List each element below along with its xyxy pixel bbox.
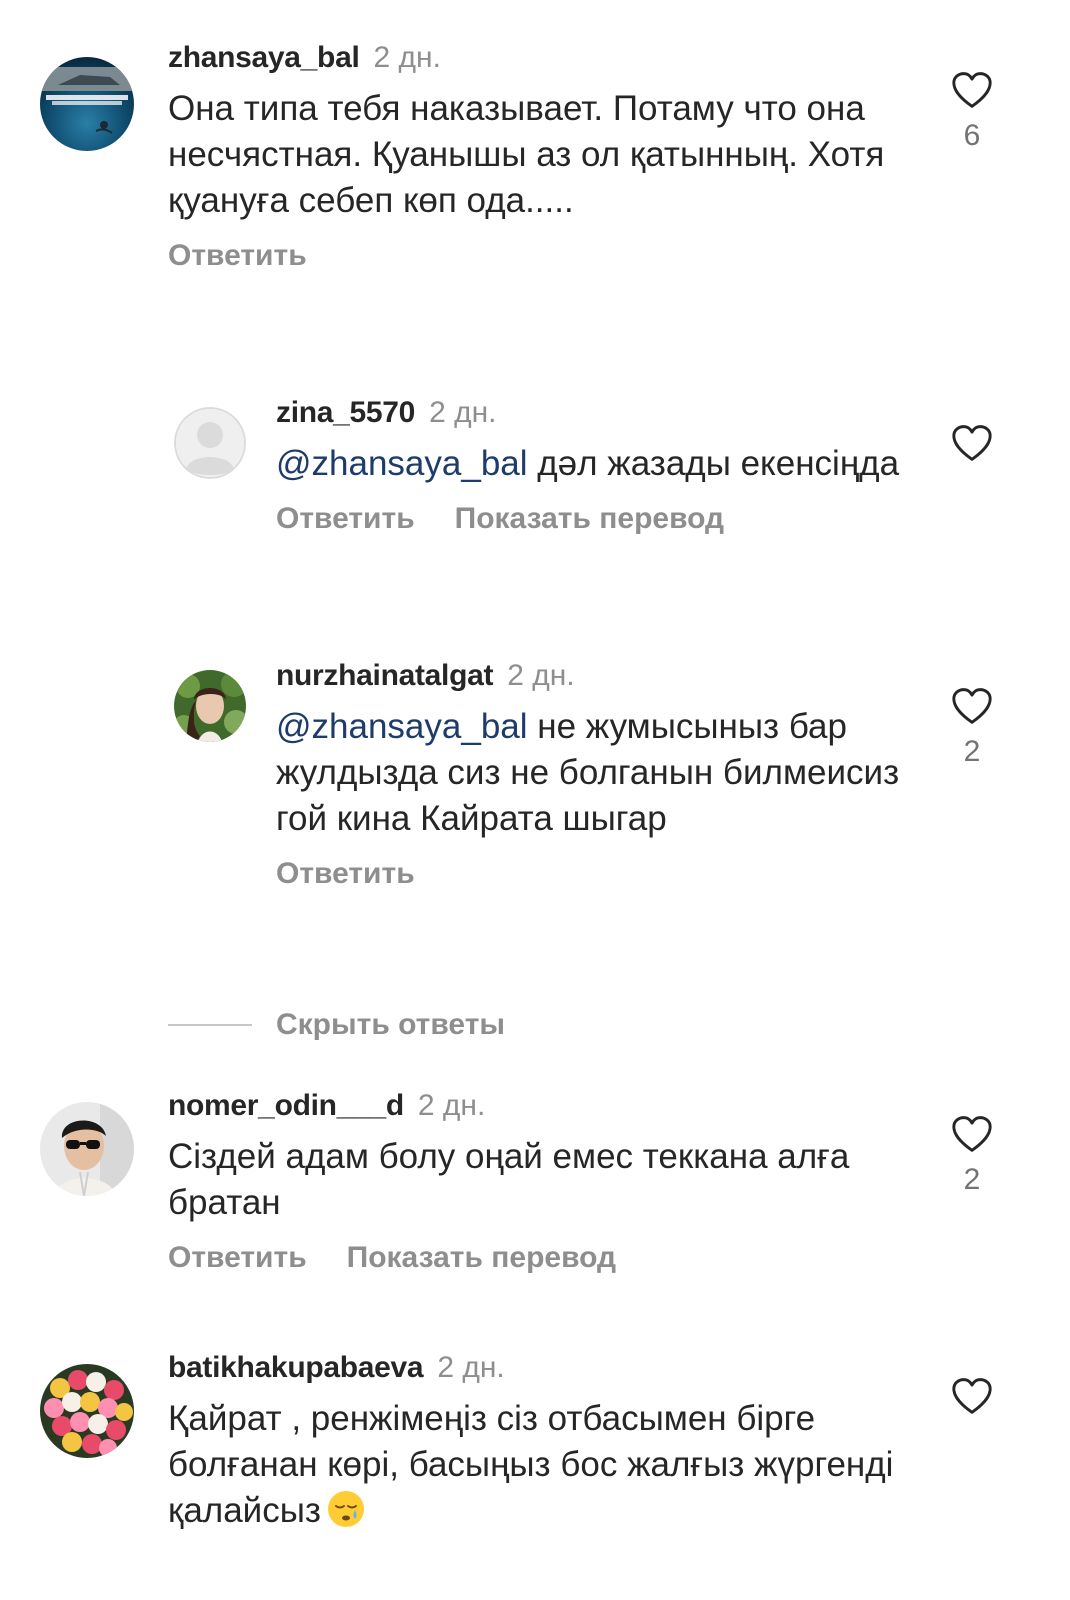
timestamp: 2 дн. [507, 659, 575, 692]
avatar[interactable] [174, 407, 246, 479]
like-control [950, 423, 994, 463]
comment-text: @zhansaya_bal дәл жазады екенсіңда [276, 441, 926, 487]
divider-line [168, 1024, 252, 1026]
comment-actions: Ответить [276, 856, 926, 892]
avatar-image [174, 670, 246, 742]
reply-button[interactable]: Ответить [276, 857, 415, 890]
avatar[interactable] [40, 1364, 134, 1458]
like-control: 6 [950, 70, 994, 154]
reply-button[interactable]: Ответить [168, 1241, 307, 1274]
reply-button[interactable]: Ответить [168, 239, 307, 272]
avatar-image [40, 1102, 134, 1196]
sleepy-face-emoji [327, 1491, 364, 1527]
username[interactable]: nomer_odin___d [168, 1089, 404, 1122]
comment-actions: Ответить Показать перевод [168, 1240, 928, 1276]
like-count: 2 [963, 1163, 981, 1196]
username[interactable]: batikhakupabaeva [168, 1351, 424, 1384]
heart-outline-icon[interactable] [950, 70, 994, 110]
timestamp: 2 дн. [429, 396, 497, 429]
comment-meta: batikhakupabaeva 2 дн. [168, 1350, 928, 1386]
comment-meta: nomer_odin___d 2 дн. [168, 1088, 928, 1124]
timestamp: 2 дн. [437, 1351, 505, 1384]
comment-text-content: дәл жазады екенсіңда [527, 444, 900, 483]
comment-meta: nurzhainatalgat 2 дн. [276, 658, 926, 694]
hide-replies-label: Скрыть ответы [276, 1008, 506, 1041]
show-translation-button[interactable]: Показать перевод [455, 502, 724, 535]
username[interactable]: nurzhainatalgat [276, 659, 494, 692]
avatar[interactable] [40, 57, 134, 151]
mention-link[interactable]: @zhansaya_bal [276, 444, 528, 483]
username[interactable]: zhansaya_bal [168, 41, 360, 74]
avatar-image [40, 1364, 134, 1458]
avatar-image [40, 57, 134, 151]
timestamp: 2 дн. [373, 41, 441, 74]
like-count: 2 [963, 735, 981, 768]
show-translation-button[interactable]: Показать перевод [347, 1241, 616, 1274]
username[interactable]: zina_5570 [276, 396, 415, 429]
like-control: 2 [950, 686, 994, 770]
comment-actions: Ответить [168, 238, 928, 274]
like-control [950, 1376, 994, 1416]
default-avatar-icon [174, 407, 246, 479]
comment-body: zhansaya_bal 2 дн. Она типа тебя наказыва… [168, 40, 928, 274]
comment-text: @zhansaya_bal не жумысыныз бар жулдызда … [276, 704, 926, 842]
comment-body: batikhakupabaeva 2 дн. Қайрат , ренжімеңі… [168, 1350, 928, 1534]
timestamp: 2 дн. [417, 1089, 486, 1122]
comments-thread: zhansaya_bal 2 дн. Она типа тебя наказыва… [0, 0, 1070, 1600]
comment-meta: zina_5570 2 дн. [276, 395, 926, 431]
comment-text: Она типа тебя наказывает. Потаму что она… [168, 89, 885, 220]
like-control: 2 [950, 1114, 994, 1198]
comment-body: nomer_odin___d 2 дн. Сіздей адам болу оңа… [168, 1088, 928, 1276]
like-count: 6 [963, 119, 981, 152]
heart-outline-icon[interactable] [950, 423, 994, 463]
comment-actions: Ответить Показать перевод [276, 501, 926, 537]
heart-outline-icon[interactable] [950, 1114, 994, 1154]
comment-text: Сіздей адам болу оңай емес теккана алға … [168, 1137, 850, 1222]
heart-outline-icon[interactable] [950, 1376, 994, 1416]
avatar[interactable] [40, 1102, 134, 1196]
heart-outline-icon[interactable] [950, 686, 994, 726]
avatar[interactable] [174, 670, 246, 742]
comment-text: Қайрат , ренжімеңіз сіз отбасымен бірге … [168, 1396, 928, 1534]
comment-body: zina_5570 2 дн. @zhansaya_bal дәл жазады … [276, 395, 926, 537]
mention-link[interactable]: @zhansaya_bal [276, 707, 528, 746]
comment-meta: zhansaya_bal 2 дн. [168, 40, 928, 76]
reply-button[interactable]: Ответить [276, 502, 415, 535]
comment-text-content: Қайрат , ренжімеңіз сіз отбасымен бірге … [168, 1399, 894, 1530]
comment-body: nurzhainatalgat 2 дн. @zhansaya_bal не жу… [276, 658, 926, 892]
